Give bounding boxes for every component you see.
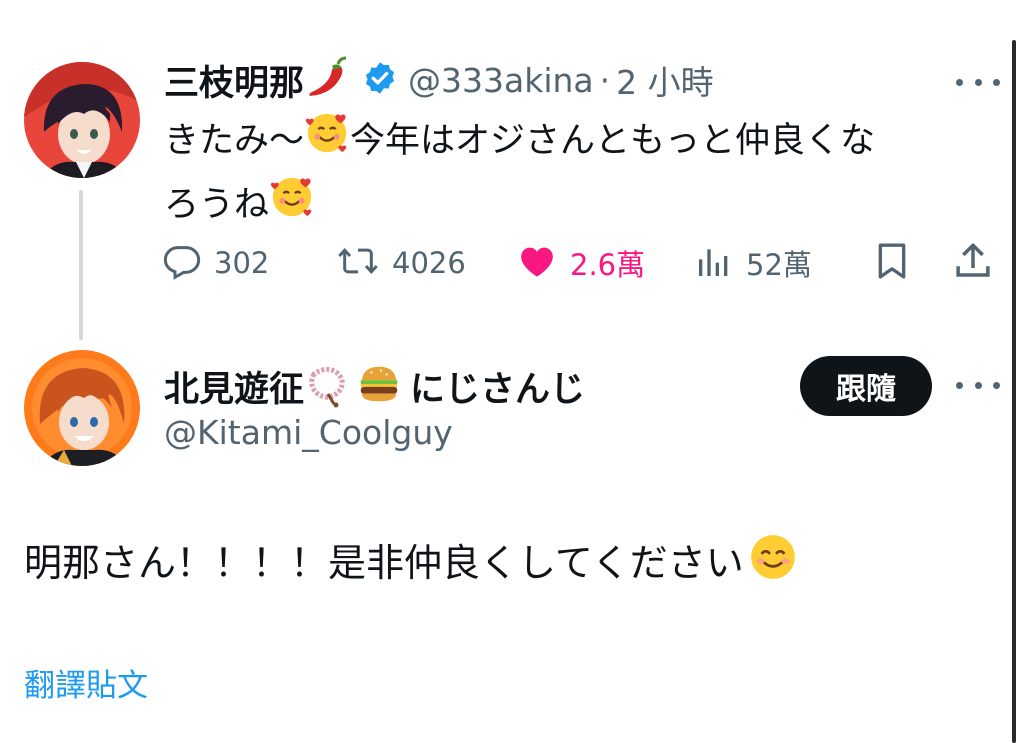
reply-icon <box>162 241 202 285</box>
scrollbar[interactable] <box>1012 40 1016 743</box>
reply-avatar[interactable] <box>24 350 140 466</box>
parent-handle[interactable]: @333akina <box>408 61 594 100</box>
verified-badge-icon <box>362 60 398 100</box>
parent-text-part2: 今年はオジさんともっと仲良くな <box>350 121 876 161</box>
reply-count: 302 <box>214 246 270 280</box>
thread-line <box>79 190 83 340</box>
heart-icon <box>516 241 558 285</box>
smiling-face-with-hearts-emoji <box>304 110 350 174</box>
smiling-face-with-smiling-eyes-emoji <box>748 532 798 599</box>
translate-post-link[interactable]: 翻譯貼文 <box>24 660 148 705</box>
views-count: 52萬 <box>746 248 812 282</box>
follow-button[interactable]: 跟隨 <box>800 356 932 416</box>
reply-button[interactable]: 302 <box>162 240 269 286</box>
smiling-face-with-hearts-emoji <box>269 174 315 238</box>
reply-header: 北見遊征 にじさんじ <box>164 358 585 414</box>
retweet-icon <box>336 241 380 285</box>
reply-handle[interactable]: @Kitami_Coolguy <box>164 413 453 452</box>
parent-avatar[interactable] <box>24 62 140 178</box>
views-button[interactable]: 52萬 <box>694 240 812 286</box>
hot-pepper-emoji <box>304 54 352 106</box>
like-count: 2.6萬 <box>570 248 646 282</box>
reply-tweet-text: 明那さん！！！！是非仲良くしてください <box>24 532 798 599</box>
retweet-button[interactable]: 4026 <box>336 240 466 286</box>
prayer-beads-emoji <box>304 360 352 412</box>
like-button[interactable]: 2.6萬 <box>516 240 645 286</box>
hamburger-emoji <box>356 361 402 411</box>
parent-timestamp[interactable]: 2 小時 <box>616 56 714 104</box>
parent-tweet-text: きたみ〜 今年はオジさんともっと仲良くな ろうね <box>164 110 984 238</box>
parent-text-part1: きたみ〜 <box>164 121 305 161</box>
more-options-icon[interactable] <box>956 375 1000 395</box>
bookmark-button[interactable] <box>872 240 912 286</box>
bookmark-icon <box>872 240 912 286</box>
retweet-count: 4026 <box>392 246 466 280</box>
more-options-icon[interactable] <box>956 72 1000 92</box>
bar-chart-icon <box>694 241 734 285</box>
share-icon <box>952 240 994 286</box>
parent-header: 三枝明那 @333akina · 2 小時 <box>164 54 714 106</box>
reply-name-suffix[interactable]: にじさんじ <box>410 361 585 412</box>
parent-display-name[interactable]: 三枝明那 <box>164 55 304 106</box>
parent-text-part3: ろうね <box>164 185 270 225</box>
separator-dot: · <box>599 60 611 100</box>
reply-display-name[interactable]: 北見遊征 <box>164 361 304 412</box>
share-button[interactable] <box>952 240 994 286</box>
reply-text: 明那さん！！！！是非仲良くしてください <box>24 541 744 585</box>
